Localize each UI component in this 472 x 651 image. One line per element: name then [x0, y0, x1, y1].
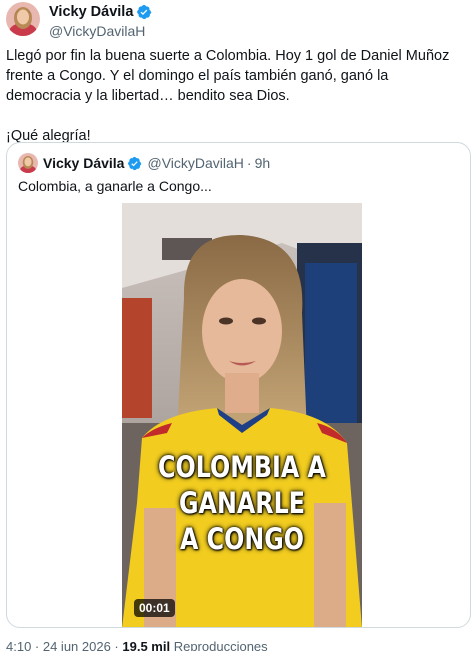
video-duration-badge: 00:01: [134, 599, 175, 617]
video-caption-line-2: GANARLE: [179, 486, 305, 520]
quoted-author-avatar[interactable]: [18, 153, 38, 173]
quoted-author-display-name[interactable]: Vicky Dávila: [43, 155, 124, 171]
separator-dot: ·: [246, 155, 252, 171]
quoted-tweet-time[interactable]: 9h: [255, 155, 271, 171]
verified-badge-icon: [136, 4, 152, 20]
tweet-text-body: Llegó por fin la buena suerte a Colombia…: [6, 48, 450, 104]
views-label: Reproducciones: [173, 639, 268, 651]
video-caption-line-1: COLOMBIA A: [158, 450, 326, 484]
tweet-metadata: 4:10 · 24 jun 2026 · 19,5 mil Reproducci…: [6, 639, 268, 651]
author-display-name[interactable]: Vicky Dávila: [49, 3, 133, 21]
verified-badge-icon: [127, 156, 142, 171]
quoted-tweet-text: Colombia, a ganarle a Congo...: [18, 178, 212, 194]
author-handle[interactable]: @VickyDavilaH: [49, 22, 152, 40]
author-avatar[interactable]: [6, 2, 40, 36]
views-count: 19,5 mil: [122, 639, 171, 651]
video-caption-line-3: A CONGO: [180, 522, 304, 556]
tweet-text: Llegó por fin la buena suerte a Colombia…: [6, 46, 461, 146]
quoted-tweet[interactable]: Vicky Dávila @VickyDavilaH · 9h Colombia…: [6, 142, 471, 628]
tweet-header: Vicky Dávila @VickyDavilaH: [6, 2, 152, 40]
quoted-author-handle[interactable]: @VickyDavilaH: [147, 155, 243, 171]
tweet-timestamp[interactable]: 4:10 · 24 jun 2026 ·: [6, 639, 119, 651]
video-frame: [122, 203, 362, 627]
quoted-tweet-header: Vicky Dávila @VickyDavilaH · 9h: [18, 153, 270, 173]
video-player[interactable]: COLOMBIA A GANARLE A CONGO 00:01: [122, 203, 362, 627]
